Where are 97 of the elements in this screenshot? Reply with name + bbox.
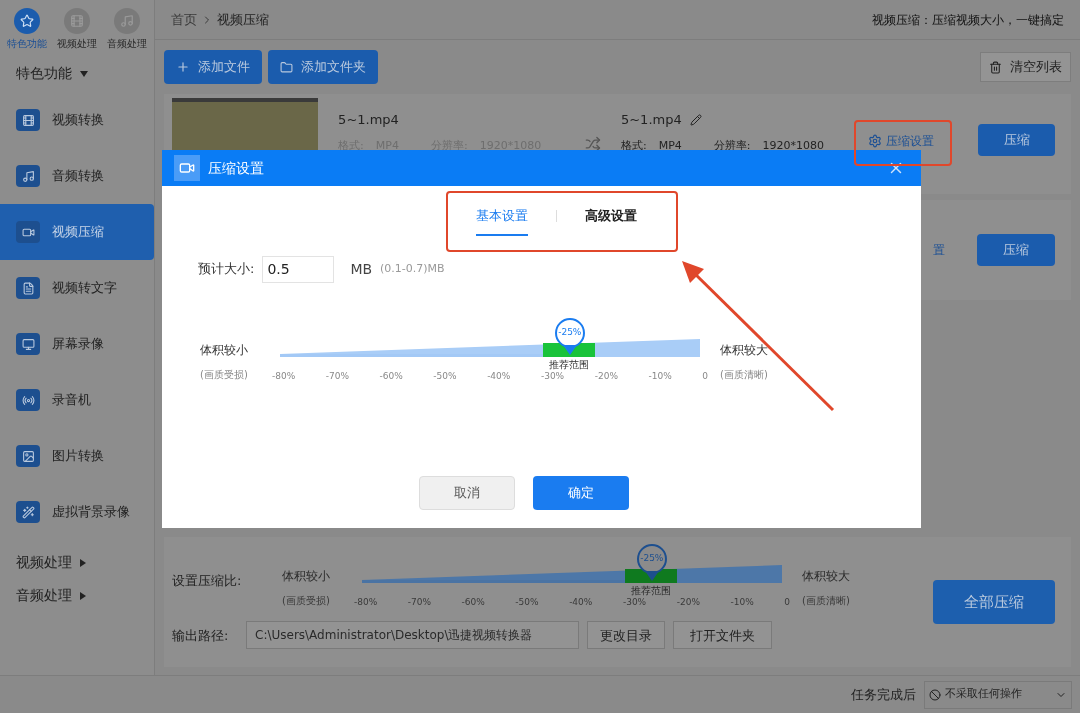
compress-settings-link[interactable]: 压缩设置 — [868, 132, 934, 150]
slider-left-note: (画质受损) — [282, 593, 331, 608]
add-file-button[interactable]: 添加文件 — [164, 50, 262, 84]
resolution-label: 分辨率: — [713, 137, 751, 154]
sidebar-item[interactable]: 视频转文字 — [0, 260, 154, 316]
tick-label: -30% — [540, 370, 565, 383]
caret-icon — [80, 70, 88, 77]
tick-label: -70% — [325, 369, 350, 383]
tick-label: -50% — [433, 369, 457, 383]
caret-icon — [80, 558, 86, 567]
confirm-button[interactable]: 确定 — [533, 476, 629, 510]
tick-label: -80% — [272, 369, 296, 383]
change-directory-button[interactable]: 更改目录 — [587, 621, 665, 650]
compress-button[interactable]: 压缩 — [978, 124, 1055, 156]
size-range: (0.1-0.7)MB — [380, 260, 445, 277]
folder-icon — [280, 60, 293, 74]
tick-label: -10% — [730, 595, 754, 609]
add-folder-button[interactable]: 添加文件夹 — [268, 50, 378, 84]
slider-right-label: 体积较大 — [802, 567, 851, 585]
compress-button[interactable]: 压缩 — [977, 234, 1055, 266]
sidebar-group[interactable]: 视频处理 — [16, 552, 138, 573]
tick-label: -70% — [407, 595, 432, 609]
gear-icon — [868, 134, 882, 148]
after-task-label: 任务完成后 — [851, 685, 916, 704]
sidebar-item[interactable]: 虚拟背景录像 — [0, 484, 154, 540]
size-input-field[interactable]: 0.5 — [262, 255, 335, 283]
feature-icon — [16, 333, 40, 355]
clear-list-button[interactable]: 清空列表 — [980, 52, 1071, 82]
output-path-field[interactable]: C:\Users\Administrator\Desktop\迅捷视频转换器 — [246, 621, 579, 650]
tick-label: -20% — [594, 369, 618, 383]
slider-right-label: 体积较大 — [720, 341, 769, 359]
prohibited-icon — [929, 688, 941, 701]
cancel-button[interactable]: 取消 — [419, 476, 515, 510]
feature-icon — [16, 221, 40, 243]
feature-icon — [16, 389, 40, 411]
sidebar-item[interactable]: 图片转换 — [0, 428, 154, 484]
nav-tab[interactable]: 视频处理 — [57, 8, 97, 51]
nav-tab[interactable]: 音频处理 — [107, 8, 147, 51]
slider-left-label: 体积较小 — [200, 341, 249, 359]
trash-icon — [989, 60, 1002, 74]
caret-icon — [80, 591, 86, 600]
tick-label: -80% — [354, 595, 378, 609]
file-name: 5~1.mp4 — [338, 111, 400, 129]
feature-icon — [16, 501, 40, 523]
tick-label: -40% — [487, 369, 511, 383]
camera-icon — [174, 155, 200, 181]
sidebar-item[interactable]: 视频压缩 — [0, 204, 154, 260]
recommended-range-label: 推荐范围 — [548, 357, 589, 372]
output-path-label: 输出路径: — [172, 626, 230, 645]
breadcrumb-link[interactable]: 首页 — [171, 9, 197, 30]
tick-label: -10% — [648, 369, 672, 383]
feature-icon — [16, 109, 40, 131]
slider-right-note: (画质清晰) — [802, 593, 851, 608]
resolution-value: 1920*1080 — [762, 137, 824, 154]
tick-label: -50% — [515, 595, 539, 609]
size-label: 预计大小: — [198, 260, 255, 279]
size-unit: MB — [350, 259, 373, 279]
slider-left-note: (画质受损) — [200, 367, 249, 382]
recommended-range-label: 推荐范围 — [630, 583, 671, 598]
breadcrumb-current: 视频压缩 — [217, 10, 269, 29]
sidebar-item[interactable]: 视频转换 — [0, 92, 154, 148]
slider-right-note: (画质清晰) — [720, 367, 769, 382]
dialog-title: 压缩设置 — [208, 158, 264, 178]
tick-label: -40% — [569, 595, 593, 609]
after-task-dropdown[interactable]: 不采取任何操作 — [924, 680, 1072, 709]
nav-tab-icon — [114, 8, 140, 34]
shuffle-icon — [585, 136, 601, 152]
output-file-name: 5~1.mp4 — [620, 111, 682, 129]
dialog-tab[interactable]: 基本设置 — [476, 206, 528, 236]
edit-icon[interactable] — [689, 113, 702, 126]
tick-label: -60% — [379, 369, 403, 383]
feature-icon — [16, 277, 40, 299]
tick-label: -20% — [676, 595, 700, 609]
tick-label: -30% — [622, 596, 647, 609]
sidebar-group[interactable]: 音频处理 — [16, 585, 138, 606]
nav-tab[interactable]: 特色功能 — [7, 8, 47, 51]
plus-icon — [176, 60, 190, 74]
section-title: 特色功能 — [16, 64, 72, 83]
format-value: MP4 — [658, 137, 682, 154]
dialog-tab[interactable]: 高级设置 — [585, 206, 637, 236]
feature-icon — [16, 445, 40, 467]
compress-settings-link[interactable]: 置 — [933, 241, 945, 259]
ratio-label: 设置压缩比: — [172, 571, 243, 590]
tick-label: 0 — [702, 369, 708, 383]
tick-label: -60% — [461, 595, 485, 609]
sidebar-item[interactable]: 屏幕录像 — [0, 316, 154, 372]
tick-label: 0 — [784, 595, 790, 609]
nav-tab-icon — [14, 8, 40, 34]
compress-all-button[interactable]: 全部压缩 — [933, 580, 1055, 624]
feature-icon — [16, 165, 40, 187]
sidebar-item[interactable]: 音频转换 — [0, 148, 154, 204]
nav-tab-icon — [64, 8, 90, 34]
slider-left-label: 体积较小 — [282, 567, 331, 585]
open-folder-button[interactable]: 打开文件夹 — [673, 621, 772, 650]
sidebar-item[interactable]: 录音机 — [0, 372, 154, 428]
format-label: 格式: — [620, 137, 647, 154]
tagline: 视频压缩：压缩视频大小，一键搞定 — [872, 11, 1064, 29]
